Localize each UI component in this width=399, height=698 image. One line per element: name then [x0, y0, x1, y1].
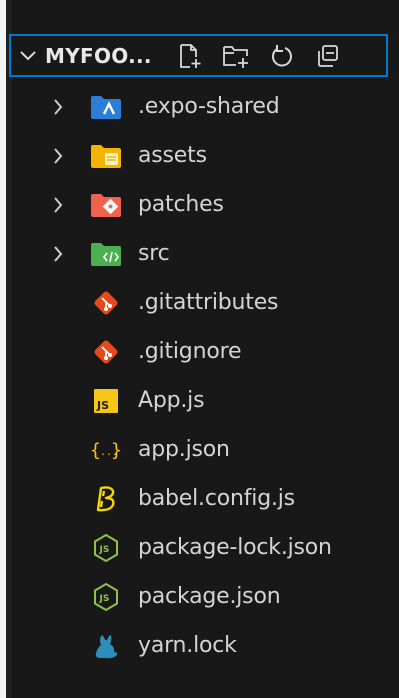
tree-item-babel-config[interactable]: babel.config.js	[6, 474, 386, 523]
folder-title: MYFOO...	[45, 43, 152, 68]
javascript-icon: JS	[86, 376, 126, 425]
svg-text:JS: JS	[99, 545, 110, 555]
json-icon: { ... }	[86, 425, 126, 474]
nodejs-icon: JS	[86, 523, 126, 572]
file-tree: .expo-shared assets patches src .gitattr…	[6, 82, 386, 670]
svg-text:JS: JS	[96, 399, 109, 412]
tree-item-label: yarn.lock	[138, 633, 237, 658]
chevron-right-icon[interactable]	[49, 131, 67, 180]
tree-item-label: .gitattributes	[138, 290, 279, 315]
tree-item-expo-shared[interactable]: .expo-shared	[6, 82, 386, 131]
git-icon	[86, 327, 126, 376]
explorer-folder-header[interactable]: MYFOO...	[9, 34, 388, 77]
explorer-actions	[167, 36, 351, 76]
src-folder-icon	[86, 229, 126, 278]
tree-item-label: package.json	[138, 584, 281, 609]
tree-item-label: src	[138, 241, 170, 266]
yarn-icon	[86, 621, 126, 670]
chevron-right-icon[interactable]	[49, 82, 67, 131]
svg-text:}: }	[111, 440, 122, 461]
tree-item-app-js[interactable]: JS App.js	[6, 376, 386, 425]
patches-folder-icon	[86, 180, 126, 229]
tree-item-gitignore[interactable]: .gitignore	[6, 327, 386, 376]
tree-item-src[interactable]: src	[6, 229, 386, 278]
tree-item-label: .expo-shared	[138, 94, 280, 119]
new-folder-icon[interactable]	[213, 36, 259, 76]
expo-folder-icon	[86, 82, 126, 131]
assets-folder-icon	[86, 131, 126, 180]
tree-item-label: package-lock.json	[138, 535, 332, 560]
nodejs-icon: JS	[86, 572, 126, 621]
chevron-right-icon[interactable]	[49, 229, 67, 278]
tree-item-yarn-lock[interactable]: yarn.lock	[6, 621, 386, 670]
tree-item-app-json[interactable]: { ... } app.json	[6, 425, 386, 474]
tree-item-label: App.js	[138, 388, 205, 413]
git-icon	[86, 278, 126, 327]
tree-item-patches[interactable]: patches	[6, 180, 386, 229]
collapse-all-icon[interactable]	[305, 36, 351, 76]
svg-text:JS: JS	[99, 594, 110, 604]
chevron-right-icon[interactable]	[49, 180, 67, 229]
tree-item-label: assets	[138, 143, 207, 168]
tree-item-gitattributes[interactable]: .gitattributes	[6, 278, 386, 327]
tree-item-label: patches	[138, 192, 224, 217]
babel-icon	[86, 474, 126, 523]
tree-item-package-json[interactable]: JS package.json	[6, 572, 386, 621]
refresh-icon[interactable]	[259, 36, 305, 76]
chevron-down-icon[interactable]	[11, 36, 45, 76]
tree-item-assets[interactable]: assets	[6, 131, 386, 180]
tree-item-label: .gitignore	[138, 339, 242, 364]
tree-item-label: app.json	[138, 437, 230, 462]
new-file-icon[interactable]	[167, 36, 213, 76]
tree-item-label: babel.config.js	[138, 486, 295, 511]
tree-item-package-lock-json[interactable]: JS package-lock.json	[6, 523, 386, 572]
